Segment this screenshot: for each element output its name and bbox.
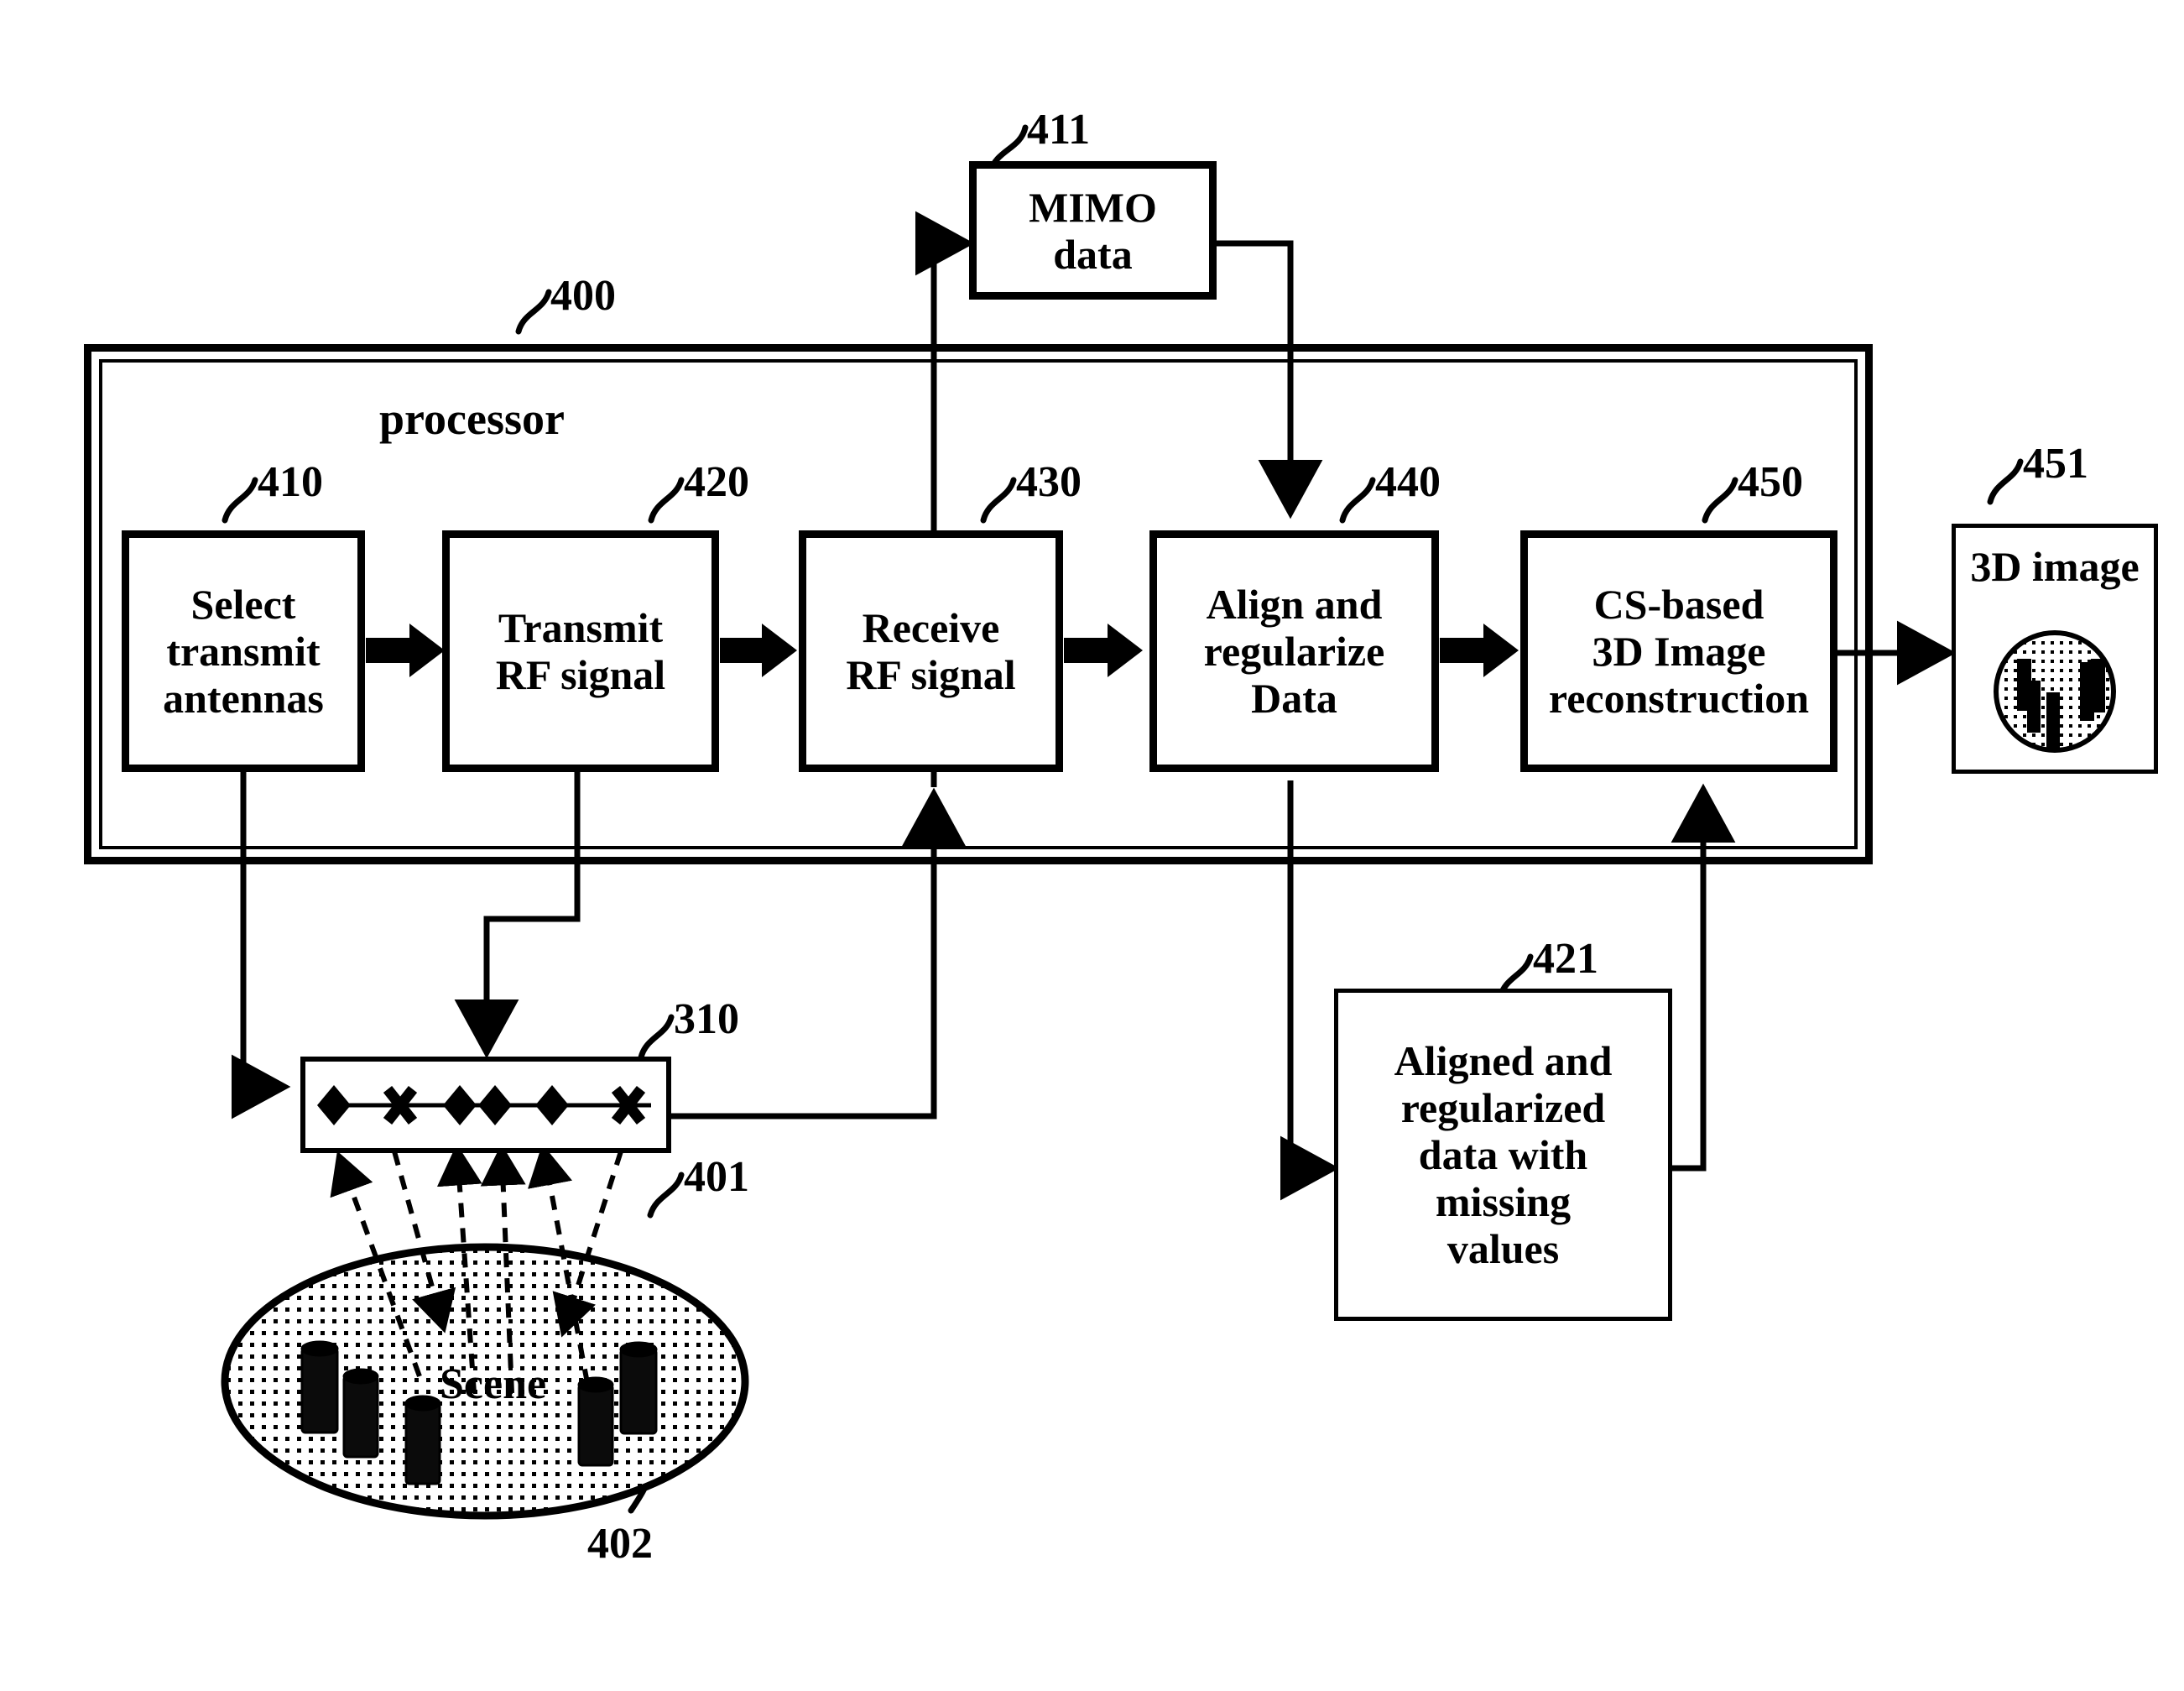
ref-440: 440 xyxy=(1375,458,1441,506)
leader-310 xyxy=(638,1014,675,1061)
array-element-diamond-2 xyxy=(443,1085,477,1125)
ref-401: 401 xyxy=(684,1153,749,1201)
scene-label: Scene xyxy=(440,1360,547,1408)
panel-3d-image[interactable]: 3D image xyxy=(1952,524,2158,774)
leader-400 xyxy=(515,289,552,335)
scene-object-5 xyxy=(619,1341,658,1435)
block-aligned-regularized-data[interactable]: Aligned and regularized data with missing va… xyxy=(1334,989,1672,1321)
ray-transmit-1 xyxy=(392,1151,456,1333)
figure-canvas: processor 400 411 410 420 430 440 450 45… xyxy=(0,0,2184,1691)
block-transmit-rf-signal-label: Transmit RF signal xyxy=(495,604,666,698)
block-transmit-rf-signal[interactable]: Transmit RF signal xyxy=(442,530,719,772)
block-cs-based-3d-image-reconstruction-label: CS-based 3D Image reconstruction xyxy=(1548,581,1810,722)
processor-label: processor xyxy=(379,394,565,444)
array-element-diamond-3 xyxy=(478,1085,512,1125)
ray-receive-1 xyxy=(330,1151,422,1378)
block-receive-rf-signal-label: Receive RF signal xyxy=(846,604,1016,698)
block-align-and-regularize-data-label: Align and regularize Data xyxy=(1203,581,1385,722)
scene-rays xyxy=(330,1144,623,1394)
ref-400: 400 xyxy=(550,272,616,320)
block-align-and-regularize-data[interactable]: Align and regularize Data xyxy=(1149,530,1439,772)
ref-411: 411 xyxy=(1027,106,1091,154)
ref-421: 421 xyxy=(1533,935,1598,983)
scene-object-4 xyxy=(577,1376,614,1467)
block-mimo-data-label: MIMO data xyxy=(1029,183,1157,278)
ray-receive-2 xyxy=(436,1144,482,1394)
ref-410: 410 xyxy=(258,458,323,506)
ref-450: 450 xyxy=(1738,458,1803,506)
scene-object-1 xyxy=(300,1340,339,1434)
panel-3d-image-graphic xyxy=(1994,630,2116,753)
leader-401 xyxy=(647,1172,685,1219)
ref-402: 402 xyxy=(587,1520,653,1568)
scene-object-3 xyxy=(404,1395,441,1485)
array-element-diamond-4 xyxy=(535,1085,569,1125)
leader-451 xyxy=(1987,458,2024,505)
ref-310: 310 xyxy=(674,995,739,1043)
leader-402 xyxy=(628,1432,657,1514)
ref-451: 451 xyxy=(2023,440,2088,488)
block-select-transmit-antennas[interactable]: Select transmit antennas xyxy=(122,530,365,772)
ray-receive-3 xyxy=(480,1144,526,1394)
block-select-transmit-antennas-label: Select transmit antennas xyxy=(163,581,324,722)
antenna-array-310[interactable] xyxy=(300,1057,671,1153)
block-cs-based-3d-image-reconstruction[interactable]: CS-based 3D Image reconstruction xyxy=(1520,530,1837,772)
antenna-array-elements xyxy=(317,1085,651,1125)
array-element-diamond-1 xyxy=(317,1085,351,1125)
block-aligned-regularized-data-label: Aligned and regularized data with missing va… xyxy=(1394,1037,1613,1272)
ref-420: 420 xyxy=(684,458,749,506)
block-receive-rf-signal[interactable]: Receive RF signal xyxy=(799,530,1063,772)
ref-430: 430 xyxy=(1016,458,1082,506)
block-mimo-data[interactable]: MIMO data xyxy=(969,161,1217,300)
scene-object-2 xyxy=(342,1368,379,1459)
ray-transmit-2 xyxy=(552,1151,623,1338)
ray-receive-4 xyxy=(527,1144,590,1384)
